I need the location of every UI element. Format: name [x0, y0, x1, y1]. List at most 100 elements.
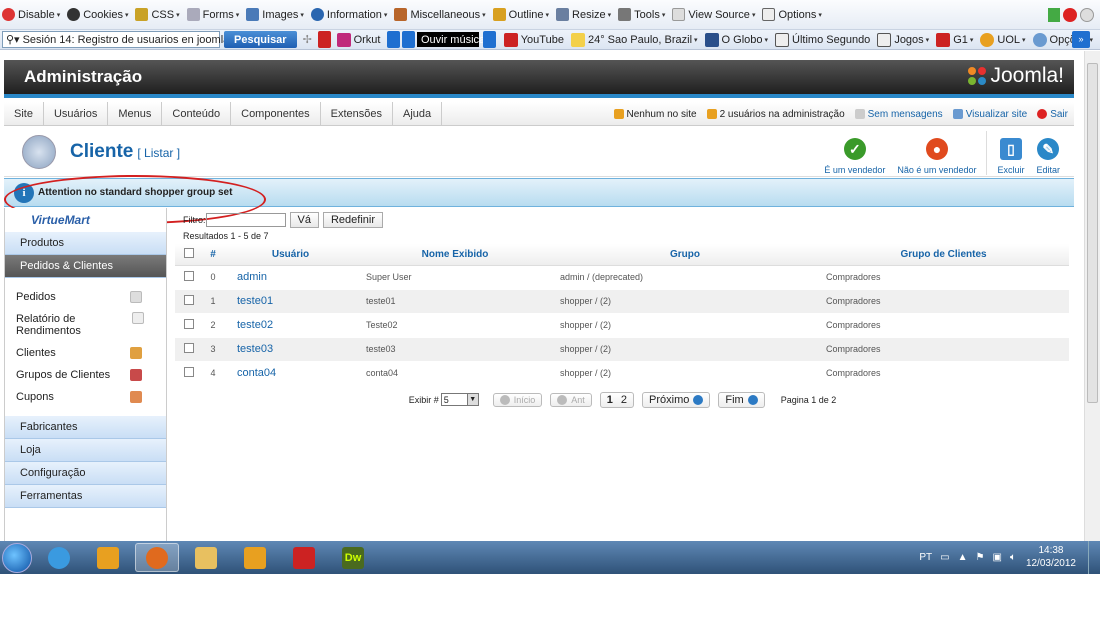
view-site-link[interactable]: Visualizar site	[952, 109, 1027, 120]
bookmark-g1[interactable]: G1 ▾	[936, 32, 973, 47]
close-icon[interactable]	[1063, 8, 1077, 22]
col-usuario[interactable]: Usuário	[223, 244, 358, 266]
overflow-chevron-icon[interactable]: »	[1072, 31, 1090, 48]
resize-menu[interactable]: Resize ▾	[556, 8, 611, 21]
select-all-checkbox[interactable]	[184, 247, 194, 258]
sidebar-item-cupons[interactable]: Cupons	[5, 386, 166, 408]
bookmark-orkut[interactable]: Orkut	[336, 32, 380, 47]
delete-button[interactable]: ▯ Excluir	[991, 131, 1030, 175]
volume-icon[interactable]	[402, 31, 415, 48]
minimize-icon[interactable]	[1080, 8, 1094, 22]
information-menu[interactable]: Information ▾	[310, 8, 387, 21]
css-menu[interactable]: CSS ▾	[135, 8, 180, 21]
volume-icon[interactable]: 🔈︎	[1010, 552, 1016, 563]
logout-link[interactable]: Sair	[1037, 109, 1068, 120]
sidebar-cat-configuracao[interactable]: Configuração	[5, 462, 166, 485]
go-button[interactable]: Vá	[289, 211, 319, 228]
view-source-menu[interactable]: View Source ▾	[672, 8, 755, 21]
clock[interactable]: 14:38 12/03/2012	[1026, 544, 1076, 570]
taskbar-dreamweaver[interactable]: Dw	[331, 543, 375, 572]
search-input[interactable]: ⚲▾ Sesión 14: Registro de usuarios en joo…	[2, 31, 237, 48]
tools-menu[interactable]: Tools ▾	[618, 8, 665, 21]
miscellaneous-menu[interactable]: Miscellaneous ▾	[394, 8, 486, 21]
cookies-menu[interactable]: Cookies ▾	[67, 8, 128, 21]
play-icon[interactable]	[387, 31, 401, 48]
page-1[interactable]: 1	[607, 394, 613, 406]
bookmark-uol[interactable]: UOL ▾	[980, 32, 1026, 47]
flag-icon[interactable]: ⚑	[976, 552, 985, 563]
scrollbar-thumb[interactable]	[1087, 63, 1098, 403]
bookmark-youtube[interactable]: YouTube	[503, 32, 564, 47]
row-username-link[interactable]: teste02	[223, 313, 358, 338]
not-vendor-button[interactable]: ● Não é um vendedor	[891, 131, 982, 175]
filter-input[interactable]	[205, 212, 286, 227]
bookmark-ultimo-segundo[interactable]: Último Segundo	[775, 32, 870, 47]
vertical-scrollbar[interactable]	[1084, 51, 1100, 541]
sidebar-cat-fabricantes[interactable]: Fabricantes	[5, 416, 166, 439]
sidebar-cat-produtos[interactable]: Produtos	[5, 232, 166, 255]
end-button[interactable]: Fim	[718, 391, 765, 408]
taskbar-media[interactable]	[86, 543, 130, 572]
row-username-link[interactable]: teste01	[223, 289, 358, 314]
taskbar-firefox[interactable]	[135, 543, 179, 572]
language-indicator[interactable]: PT	[919, 552, 932, 563]
page-2[interactable]: 2	[621, 394, 627, 406]
menu-conteudo[interactable]: Conteúdo	[162, 101, 232, 126]
bookmark-weather[interactable]: 24° Sao Paulo, Brazil ▾	[570, 32, 698, 47]
menu-ajuda[interactable]: Ajuda	[393, 101, 443, 126]
taskbar-explorer[interactable]	[184, 543, 228, 572]
sidebar-item-relatorio[interactable]: Relatório de Rendimentos	[5, 308, 144, 342]
menu-extensoes[interactable]: Extensões	[321, 101, 393, 126]
notice-bar: i Attention no standard shopper group se…	[4, 178, 1074, 207]
row-checkbox[interactable]	[184, 271, 194, 281]
network-icon[interactable]: ▣	[992, 552, 1001, 563]
reset-button[interactable]: Redefinir	[322, 211, 383, 228]
col-nome-exibido[interactable]: Nome Exibido	[358, 244, 552, 266]
row-checkbox[interactable]	[184, 319, 194, 329]
prev-button[interactable]: Ant	[550, 392, 592, 407]
messages-link[interactable]: Sem mensagens	[854, 109, 943, 120]
sidebar-cat-ferramentas[interactable]: Ferramentas	[5, 485, 166, 508]
page-size-select[interactable]: 5 ▼	[440, 393, 479, 406]
ask-logo-icon[interactable]	[317, 31, 331, 48]
menu-usuarios[interactable]: Usuários	[44, 101, 109, 126]
row-checkbox[interactable]	[184, 343, 194, 353]
row-username-link[interactable]: teste03	[223, 337, 358, 362]
customer-list: Filtro: Vá Redefinir Resultados 1 - 5 de…	[175, 208, 1070, 541]
menu-site[interactable]: Site	[4, 101, 44, 126]
vendor-button[interactable]: ✓ É um vendedor	[818, 131, 891, 175]
search-button[interactable]: Pesquisar	[224, 31, 297, 48]
sidebar-cat-loja[interactable]: Loja	[5, 439, 166, 462]
checkmark-icon[interactable]	[1048, 8, 1060, 22]
sidebar-item-grupos[interactable]: Grupos de Clientes	[5, 364, 166, 386]
menu-menus[interactable]: Menus	[108, 101, 163, 126]
disable-menu[interactable]: Disable ▾	[2, 8, 60, 21]
bookmark-jogos[interactable]: Jogos ▾	[877, 32, 929, 47]
menu-componentes[interactable]: Componentes	[231, 101, 321, 126]
row-display-name: Teste02	[358, 313, 552, 338]
taskbar-ie[interactable]	[37, 543, 81, 572]
sidebar-cat-pedidos-clientes[interactable]: Pedidos & Clientes	[5, 255, 166, 278]
start-button[interactable]	[2, 542, 32, 573]
row-username-link[interactable]: conta04	[223, 361, 358, 386]
show-desktop-button[interactable]	[1088, 541, 1100, 574]
radio-station-field[interactable]: Ouvir música	[416, 32, 485, 47]
images-menu[interactable]: Images ▾	[246, 8, 304, 21]
tray-expand-icon[interactable]: ▲	[958, 552, 968, 563]
row-checkbox[interactable]	[184, 367, 194, 377]
row-username-link[interactable]: admin	[223, 265, 358, 290]
next-button[interactable]: Próximo	[642, 391, 711, 408]
row-checkbox[interactable]	[184, 295, 194, 305]
options-menu[interactable]: Options ▾	[762, 8, 822, 21]
keyboard-icon[interactable]: ▭	[940, 552, 949, 563]
radio-dropdown-icon[interactable]	[482, 31, 496, 48]
taskbar-outlook[interactable]	[233, 543, 277, 572]
taskbar-acrobat[interactable]	[282, 543, 326, 572]
forms-menu[interactable]: Forms ▾	[186, 8, 239, 21]
outline-menu[interactable]: Outline ▾	[492, 8, 549, 21]
bookmark-oglobo[interactable]: O Globo ▾	[704, 32, 768, 47]
sidebar-item-clientes[interactable]: Clientes	[5, 342, 166, 364]
sidebar-item-pedidos[interactable]: Pedidos	[5, 286, 166, 308]
edit-button[interactable]: ✎ Editar	[1030, 131, 1066, 175]
start-button[interactable]: Início	[492, 392, 543, 407]
